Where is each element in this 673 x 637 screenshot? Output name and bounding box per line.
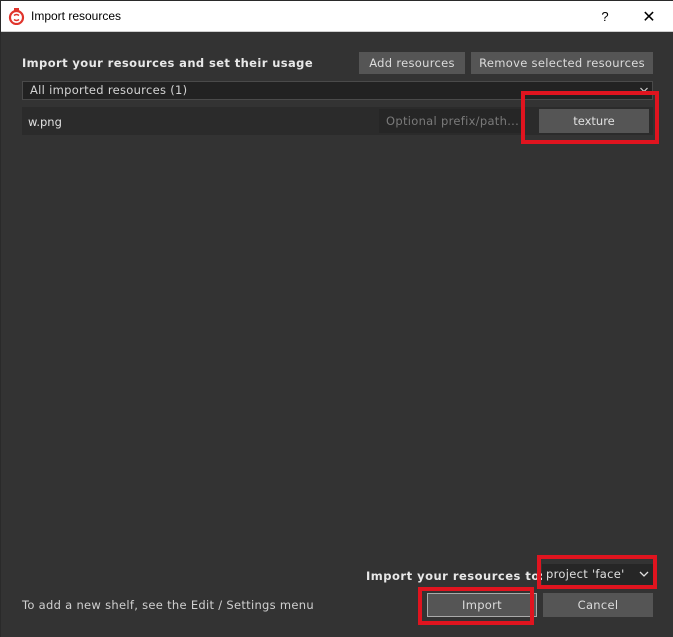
import-to-label: Import your resources to:	[366, 569, 545, 583]
prefix-path-input[interactable]	[379, 109, 522, 133]
target-selected-value: project 'face'	[546, 567, 625, 581]
section-heading: Import your resources and set their usag…	[22, 56, 314, 70]
import-button[interactable]: Import	[427, 593, 537, 617]
resource-filename: w.png	[28, 115, 62, 129]
filter-selected-value: All imported resources (1)	[30, 83, 188, 97]
dialog-body: Import your resources and set their usag…	[1, 32, 673, 637]
chevron-down-icon	[640, 87, 648, 93]
chevron-down-icon	[639, 571, 649, 577]
import-target-dropdown[interactable]: project 'face'	[542, 564, 653, 585]
window-title: Import resources	[31, 9, 122, 23]
title-bar[interactable]: Import resources ? ✕	[1, 1, 673, 32]
resource-filter-dropdown[interactable]: All imported resources (1)	[22, 81, 653, 100]
shelf-hint-text: To add a new shelf, see the Edit / Setti…	[22, 598, 314, 612]
substance-logo-icon	[8, 8, 25, 25]
add-resources-button[interactable]: Add resources	[359, 52, 465, 74]
close-button[interactable]: ✕	[636, 6, 662, 28]
cancel-button[interactable]: Cancel	[543, 593, 653, 617]
resource-row[interactable]: w.png texture	[22, 107, 653, 135]
import-resources-window: Import resources ? ✕ Import your resourc…	[0, 0, 673, 637]
remove-selected-resources-button[interactable]: Remove selected resources	[471, 52, 653, 74]
usage-type-button[interactable]: texture	[539, 109, 649, 133]
help-button[interactable]: ?	[593, 7, 617, 27]
